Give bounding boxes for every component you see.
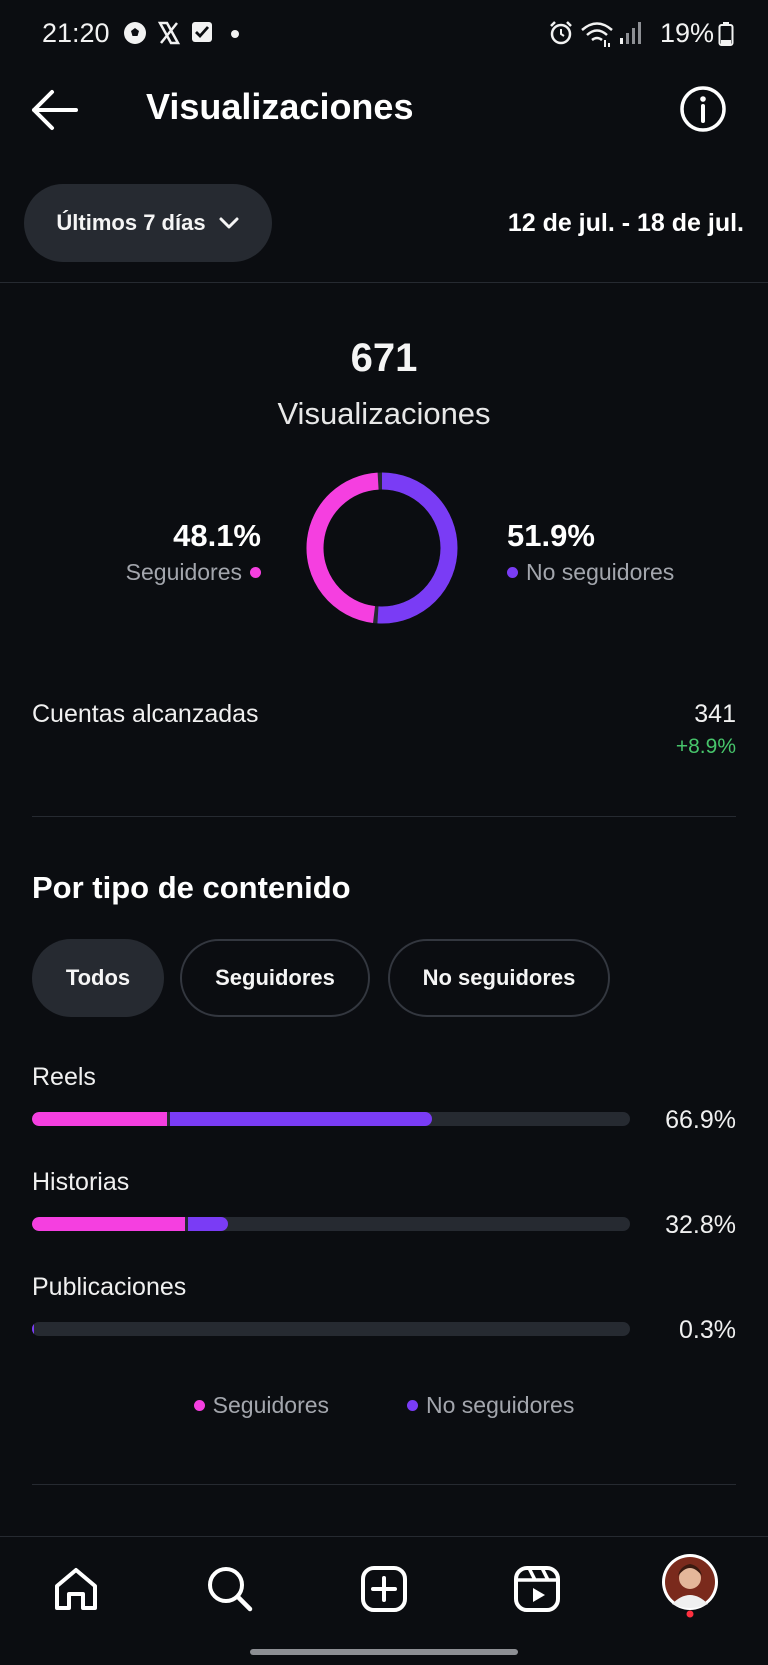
reach-change: +8.9% <box>675 735 736 758</box>
battery-icon <box>718 21 734 46</box>
chevron-down-icon <box>219 217 239 229</box>
chart-legend: Seguidores No seguidores <box>0 1392 768 1419</box>
nav-profile-button[interactable] <box>660 1554 720 1618</box>
content-row-percent: 32.8% <box>665 1211 736 1239</box>
section-title: Por tipo de contenido <box>32 870 351 905</box>
followers-label: Seguidores <box>125 559 242 585</box>
legend-label: No seguidores <box>426 1392 575 1418</box>
total-views-label: Visualizaciones <box>277 396 491 431</box>
reach-value: 341 <box>694 700 736 728</box>
reach-label: Cuentas alcanzadas <box>32 700 259 728</box>
divider <box>32 816 736 817</box>
legend-dot-icon <box>193 1400 205 1411</box>
legend-dot-icon <box>407 1400 419 1411</box>
info-icon[interactable] <box>678 84 728 134</box>
followers-label-group: Seguidores <box>126 559 261 586</box>
nav-search-button[interactable] <box>200 1559 260 1619</box>
nonfollowers-label-group: No seguidores <box>507 559 674 586</box>
divider <box>0 282 768 283</box>
divider <box>32 1484 736 1485</box>
reels-icon <box>514 1566 560 1612</box>
nav-reels-button[interactable] <box>507 1559 567 1619</box>
content-row-label: Historias <box>32 1168 130 1196</box>
profile-avatar <box>662 1554 718 1618</box>
status-time: 21:20 <box>42 18 110 48</box>
content-row-percent: 66.9% <box>665 1106 736 1134</box>
date-range-dropdown[interactable]: Últimos 7 días <box>24 184 272 262</box>
battery-status: 19% <box>660 18 734 49</box>
content-row-bar <box>32 1217 630 1231</box>
total-views-value: 671 <box>350 336 418 380</box>
legend-item-nonfollowers: No seguidores <box>407 1392 574 1419</box>
legend-label: Seguidores <box>212 1392 330 1418</box>
checkbox-icon <box>192 22 212 42</box>
home-indicator <box>250 1649 518 1655</box>
date-range-text: 12 de jul. - 18 de jul. <box>507 209 744 237</box>
home-icon <box>55 1568 97 1610</box>
bottom-nav <box>0 1536 768 1665</box>
content-row-percent: 0.3% <box>679 1316 736 1344</box>
create-icon <box>361 1566 407 1612</box>
x-logo-icon <box>157 21 181 45</box>
nav-home-button[interactable] <box>46 1559 106 1619</box>
content-row-label: Publicaciones <box>32 1273 187 1301</box>
date-range-dropdown-label: Últimos 7 días <box>56 210 206 235</box>
nonfollowers-percent: 51.9% <box>507 518 595 553</box>
bar-segment-followers <box>32 1112 168 1126</box>
page-title: Visualizaciones <box>146 86 414 127</box>
filter-chip-all[interactable]: Todos <box>32 939 164 1017</box>
bar-segment-nonfollowers <box>170 1112 433 1126</box>
followers-donut-chart <box>306 472 458 624</box>
soccer-ball-icon <box>124 22 146 44</box>
back-button[interactable] <box>28 86 84 134</box>
alarm-icon <box>550 21 572 45</box>
search-icon <box>208 1567 253 1612</box>
nonfollowers-dot-icon <box>507 567 518 578</box>
content-row-bar <box>32 1112 630 1126</box>
bar-segment-nonfollowers <box>32 1322 34 1336</box>
bar-segment-followers <box>32 1217 186 1231</box>
filter-chip-followers[interactable]: Seguidores <box>180 939 370 1017</box>
signal-icon <box>620 22 641 44</box>
dot-icon <box>231 30 239 38</box>
followers-dot-icon <box>250 567 261 578</box>
bar-segment-nonfollowers <box>188 1217 229 1231</box>
nav-create-button[interactable] <box>354 1559 414 1619</box>
wifi-icon <box>581 22 613 47</box>
content-row-label: Reels <box>32 1063 96 1091</box>
battery-percent: 19% <box>659 18 714 48</box>
filter-chip-nonfollowers[interactable]: No seguidores <box>388 939 610 1017</box>
content-row-bar <box>32 1322 630 1336</box>
nonfollowers-label: No seguidores <box>526 559 675 585</box>
legend-item-followers: Seguidores <box>193 1392 330 1419</box>
followers-percent: 48.1% <box>173 518 261 553</box>
